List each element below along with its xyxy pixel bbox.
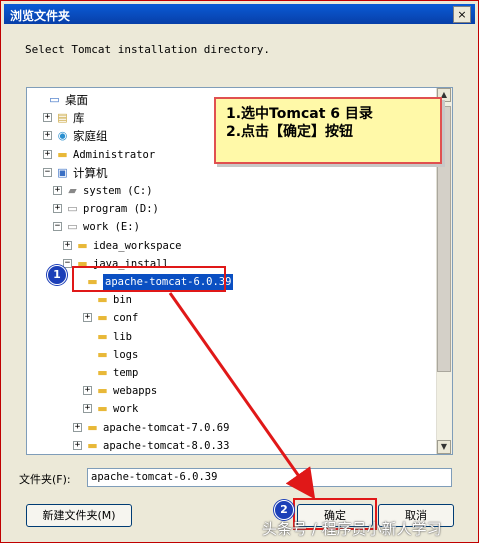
annotation-arrow <box>168 292 316 500</box>
watermark-text: 头条号 / 程序员小新人学习 <box>262 520 442 538</box>
arrow-line <box>168 292 316 500</box>
